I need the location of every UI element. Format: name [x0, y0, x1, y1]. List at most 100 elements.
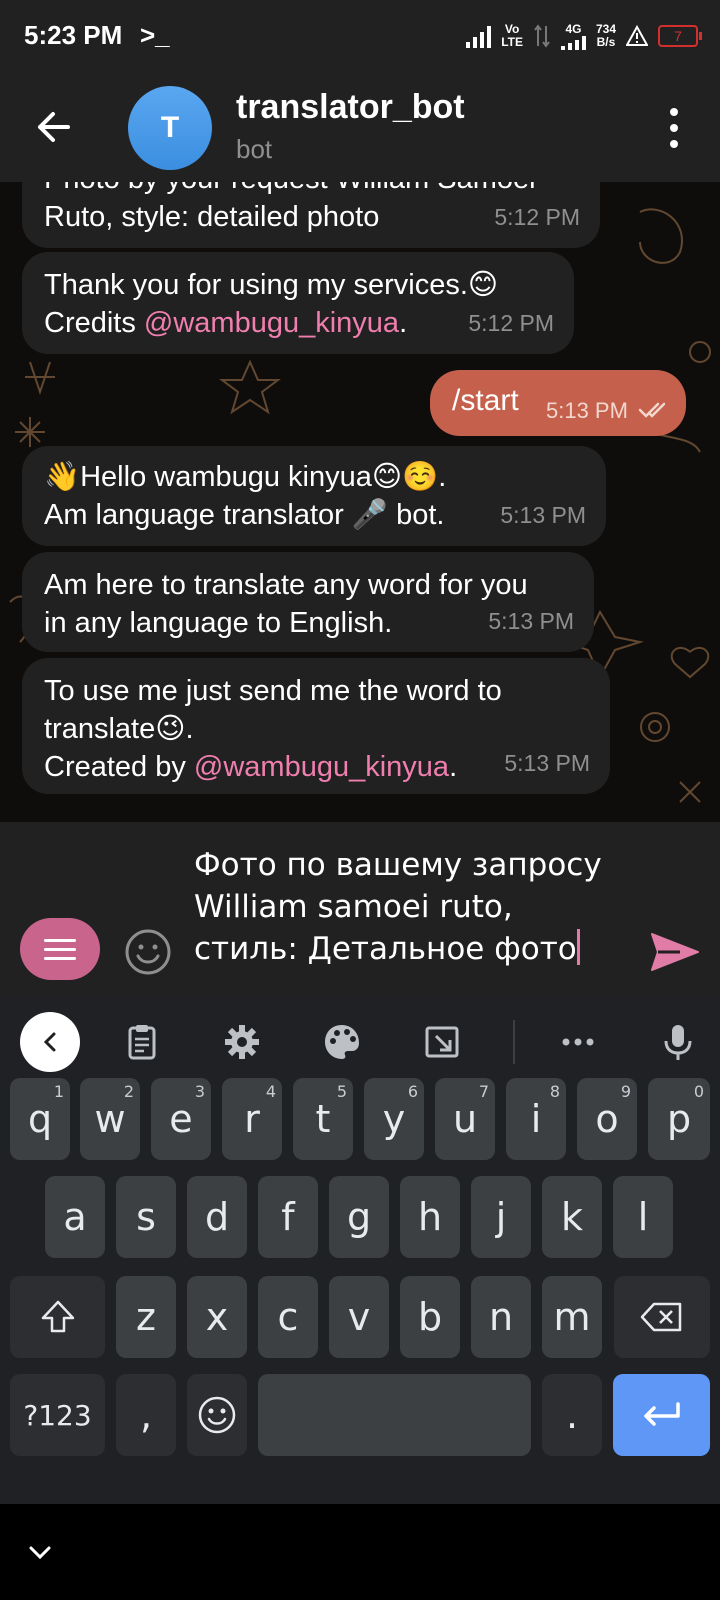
key-p[interactable]: p0 [648, 1078, 710, 1160]
key-label: v [347, 1295, 371, 1339]
enter-key[interactable] [613, 1374, 710, 1456]
key-label: p [666, 1097, 692, 1141]
data-gen-indicator: 4G [560, 21, 586, 50]
key-label: s [136, 1195, 156, 1239]
volte-bottom: LTE [501, 35, 523, 49]
key-label: k [560, 1195, 583, 1239]
period-key[interactable]: . [542, 1374, 602, 1456]
one-handed-mode-icon[interactable] [422, 1022, 462, 1062]
key-o[interactable]: o9 [577, 1078, 637, 1160]
speed-unit: B/s [596, 35, 616, 49]
message-bubble[interactable]: To use me just send me the word to trans… [22, 658, 610, 794]
keyboard-collapse-button[interactable] [20, 1012, 80, 1072]
shift-arrow-icon [41, 1300, 74, 1333]
key-label: e [169, 1097, 193, 1141]
message-time: 5:12 PM [494, 204, 580, 230]
key-l[interactable]: l [613, 1176, 673, 1258]
message-bubble[interactable]: Am here to translate any word for you in… [22, 552, 594, 652]
system-nav-bar [0, 1504, 720, 1600]
key-a[interactable]: a [45, 1176, 105, 1258]
outgoing-message-bubble[interactable]: /start 5:13 PM [430, 370, 686, 436]
key-r[interactable]: r4 [222, 1078, 282, 1160]
chat-title[interactable]: translator_bot [236, 88, 465, 127]
status-icons: Vo LTE 4G 734 B/s 7 [466, 18, 702, 54]
chat-subtitle: bot [236, 134, 273, 164]
toolbar-divider [513, 1020, 515, 1064]
message-time: 5:13 PM [500, 502, 586, 528]
key-label: . [565, 1393, 579, 1437]
key-u[interactable]: u7 [435, 1078, 495, 1160]
key-y[interactable]: y6 [364, 1078, 424, 1160]
key-e[interactable]: e3 [151, 1078, 211, 1160]
mention-link[interactable]: @wambugu_kinyua [194, 751, 449, 783]
key-b[interactable]: b [400, 1276, 460, 1358]
chat-header: T translator_bot bot [0, 72, 720, 182]
key-label: t [315, 1097, 331, 1141]
back-arrow-icon[interactable] [28, 100, 82, 154]
space-key[interactable] [258, 1374, 531, 1456]
key-k[interactable]: k [542, 1176, 602, 1258]
key-label: i [530, 1097, 542, 1141]
clipboard-icon[interactable] [122, 1022, 162, 1062]
symbols-key[interactable]: ?123 [10, 1374, 105, 1456]
key-d[interactable]: d [187, 1176, 247, 1258]
key-hint: 0 [693, 1082, 704, 1101]
battery-icon: 7 [658, 25, 702, 47]
message-input[interactable]: Фото по вашему запросу William samoei ru… [194, 844, 624, 970]
more-horizontal-icon[interactable] [558, 1022, 598, 1062]
message-input-value: Фото по вашему запросу William samoei ru… [194, 847, 602, 967]
enter-arrow-icon [643, 1402, 680, 1426]
key-m[interactable]: m [542, 1276, 602, 1358]
data-gen-label: 4G [565, 21, 582, 36]
message-bubble[interactable]: Photo by your request William Samoei Rut… [22, 182, 600, 248]
more-options-icon[interactable] [664, 108, 684, 148]
key-i[interactable]: i8 [506, 1078, 566, 1160]
avatar[interactable]: T [128, 86, 212, 170]
signal-icon-2 [560, 35, 586, 50]
key-w[interactable]: w2 [80, 1078, 140, 1160]
key-t[interactable]: t5 [293, 1078, 353, 1160]
key-label: z [136, 1295, 156, 1339]
mention-link[interactable]: @wambugu_kinyua [144, 307, 399, 339]
message-bubble[interactable]: 👋Hello wambugu kinyua😊☺️. Am language tr… [22, 446, 606, 546]
key-label: o [595, 1097, 619, 1141]
key-label: l [637, 1195, 649, 1239]
key-label: h [417, 1195, 443, 1239]
message-text-part: . [449, 751, 458, 783]
message-text: Am here to translate any word for you in… [44, 569, 528, 639]
key-label: w [94, 1097, 126, 1141]
key-hint: 5 [336, 1082, 347, 1101]
message-text: 👋Hello wambugu kinyua😊☺️. Am language tr… [44, 461, 447, 531]
chat-area[interactable]: Photo by your request William Samoei Rut… [0, 182, 720, 822]
chevron-down-icon[interactable] [26, 1538, 54, 1566]
backspace-key[interactable] [614, 1276, 710, 1358]
key-z[interactable]: z [116, 1276, 176, 1358]
avatar-letter: T [160, 111, 180, 144]
key-hint: 2 [123, 1082, 134, 1101]
palette-icon[interactable] [322, 1022, 362, 1062]
key-j[interactable]: j [471, 1176, 531, 1258]
bot-menu-button[interactable] [20, 918, 100, 980]
key-v[interactable]: v [329, 1276, 389, 1358]
emoji-key[interactable] [187, 1374, 247, 1456]
comma-key[interactable]: , [116, 1374, 176, 1456]
keyboard-toolbar [0, 998, 720, 1084]
key-n[interactable]: n [471, 1276, 531, 1358]
key-c[interactable]: c [258, 1276, 318, 1358]
text-cursor [576, 929, 580, 965]
key-f[interactable]: f [258, 1176, 318, 1258]
key-s[interactable]: s [116, 1176, 176, 1258]
microphone-icon[interactable] [658, 1022, 698, 1062]
emoji-icon[interactable] [124, 928, 172, 976]
key-h[interactable]: h [400, 1176, 460, 1258]
key-label: , [139, 1393, 153, 1437]
send-icon[interactable] [650, 930, 700, 974]
key-x[interactable]: x [187, 1276, 247, 1358]
message-bubble[interactable]: Thank you for using my services.😊 Credit… [22, 252, 574, 354]
key-q[interactable]: q1 [10, 1078, 70, 1160]
shift-key[interactable] [10, 1276, 105, 1358]
settings-gear-icon[interactable] [222, 1022, 262, 1062]
volte-indicator: Vo LTE [501, 23, 523, 49]
key-g[interactable]: g [329, 1176, 389, 1258]
backspace-icon [640, 1302, 682, 1332]
